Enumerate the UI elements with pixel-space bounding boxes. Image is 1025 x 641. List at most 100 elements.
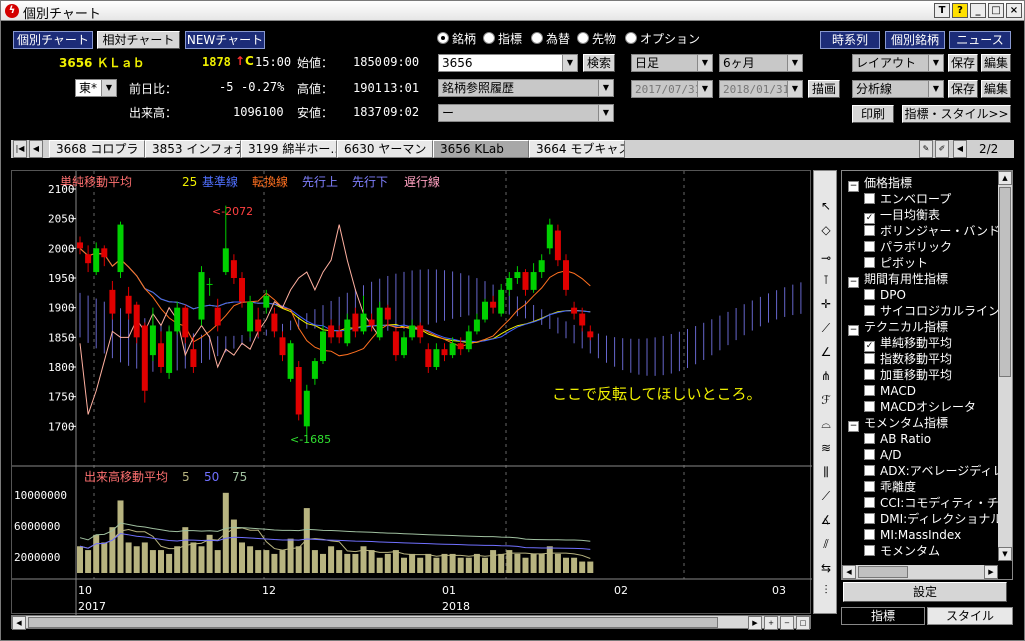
cursor-icon[interactable]: ↖ — [817, 197, 835, 215]
tree-item[interactable]: 加重移動平均 — [864, 367, 952, 383]
scroll-left-icon[interactable]: ◀ — [842, 565, 856, 579]
ray-icon[interactable]: ⟋ — [817, 487, 835, 505]
tree-group[interactable]: − テクニカル指標 — [848, 319, 948, 336]
checkbox[interactable] — [864, 513, 875, 524]
timeseries-button[interactable]: 時系列 — [820, 31, 880, 49]
tree-item[interactable]: DPO — [864, 287, 906, 303]
radio-meigara[interactable] — [437, 32, 449, 44]
radio-option[interactable] — [625, 32, 637, 44]
tab-stock-1[interactable]: 3668 コロプラ — [49, 140, 145, 158]
fibo-icon[interactable]: ℱ — [817, 391, 835, 409]
exchange-select[interactable]: 東* ▼ — [75, 79, 117, 97]
sub-select[interactable]: ー ▼ — [438, 104, 614, 122]
collapse-icon[interactable]: − — [848, 277, 859, 288]
radio-shihyou[interactable] — [483, 32, 495, 44]
chart-scroll-thumb[interactable] — [28, 617, 718, 628]
zoom-in-icon[interactable]: + — [764, 616, 778, 630]
checkbox[interactable] — [864, 193, 875, 204]
tab-new-chart[interactable]: NEWチャート — [185, 31, 265, 49]
split-icon[interactable]: ⇆ — [817, 559, 835, 577]
close-button[interactable]: × — [1006, 3, 1022, 18]
tree-item[interactable]: ピボット — [864, 255, 928, 271]
scroll-left-icon[interactable]: ◀ — [12, 616, 26, 630]
checkbox[interactable] — [864, 289, 875, 300]
checkbox[interactable] — [864, 481, 875, 492]
channel-icon[interactable]: ≋ — [817, 439, 835, 457]
tree-item[interactable]: DMI:ディレクショナル — [864, 511, 998, 527]
checkbox[interactable] — [864, 545, 875, 556]
radio-kawase[interactable] — [531, 32, 543, 44]
tree-group[interactable]: − 期間有用性指標 — [848, 271, 948, 288]
tool-t-button[interactable]: T — [934, 3, 950, 18]
checkbox[interactable] — [864, 449, 875, 460]
eraser-icon[interactable]: ◇ — [817, 221, 835, 239]
indicator-style-button[interactable]: 指標・スタイル>> — [902, 105, 1011, 123]
tab-indicator[interactable]: 指標 — [841, 607, 925, 625]
price-chart[interactable]: 単純移動平均 25 基準線 転換線 先行上 先行下 遅行線 出来高移動平均 5 … — [11, 170, 835, 615]
to-date[interactable]: 2018/01/31 ▼ — [719, 80, 803, 98]
draw-button[interactable]: 描画 — [808, 80, 840, 98]
tab-soutai-chart[interactable]: 相対チャート — [97, 31, 180, 49]
edit-analysis-button[interactable]: 編集 — [981, 80, 1011, 98]
save-layout-button[interactable]: 保存 — [948, 54, 978, 72]
checkbox[interactable] — [864, 433, 875, 444]
print-button[interactable]: 印刷 — [852, 105, 894, 123]
cross-icon[interactable]: ✛ — [817, 295, 835, 313]
back-arrow-icon[interactable]: ◀ — [953, 140, 967, 158]
checkbox[interactable] — [864, 241, 875, 252]
help-button[interactable]: ? — [952, 3, 968, 18]
gann-icon[interactable]: ∡ — [817, 511, 835, 529]
tree-item[interactable]: 指数移動平均 — [864, 351, 952, 367]
tree-item[interactable]: モメンタム — [864, 543, 940, 559]
maximize-button[interactable]: □ — [988, 3, 1004, 18]
chart-hscroll[interactable]: ◀ ▶ + − □ — [11, 615, 811, 630]
checkbox[interactable] — [864, 305, 875, 316]
kobetsu-meigara-button[interactable]: 個別銘柄 — [885, 31, 945, 49]
checkbox[interactable] — [864, 353, 875, 364]
edit-layout-button[interactable]: 編集 — [981, 54, 1011, 72]
tab-stock-2[interactable]: 3853 インフォテリ — [145, 140, 241, 158]
tab-stock-4[interactable]: 6630 ヤーマン — [337, 140, 433, 158]
tree-item[interactable]: A/D — [864, 447, 902, 463]
from-date[interactable]: 2017/07/31 ▼ — [631, 80, 713, 98]
layout-select[interactable]: レイアウト ▼ — [852, 54, 944, 72]
tree-item[interactable]: ボリンジャー・バンド — [864, 223, 998, 239]
history-select[interactable]: 銘柄参照履歴 ▼ — [438, 79, 614, 97]
tree-group[interactable]: − 価格指標 — [848, 175, 912, 192]
pen-tab-icon[interactable]: ✐ — [935, 140, 949, 158]
hline-icon[interactable]: ⊸ — [817, 249, 835, 267]
collapse-icon[interactable]: − — [848, 181, 859, 192]
tree-item[interactable]: MACD — [864, 383, 916, 399]
checkbox[interactable] — [864, 385, 875, 396]
first-tab-icon[interactable]: |◀ — [13, 140, 27, 158]
tree-item[interactable]: MI:MassIndex — [864, 527, 961, 543]
search-button[interactable]: 検索 — [583, 54, 615, 72]
hscroll-thumb[interactable] — [858, 566, 908, 578]
scroll-right-icon[interactable]: ▶ — [984, 565, 998, 579]
parallel-icon[interactable]: ⫽ — [817, 535, 835, 553]
tree-item[interactable]: エンベロープ — [864, 191, 951, 207]
tab-style[interactable]: スタイル — [927, 607, 1013, 625]
tree-hscroll[interactable]: ◀ ▶ — [842, 565, 998, 579]
minimize-button[interactable]: _ — [970, 3, 986, 18]
tree-item[interactable]: パラボリック — [864, 239, 952, 255]
fibo-time-icon[interactable]: ⫼ — [817, 463, 835, 481]
fit-icon[interactable]: □ — [796, 616, 810, 630]
tab-stock-6[interactable]: 3664 モブキャス — [529, 140, 625, 158]
news-button[interactable]: ニュース — [949, 31, 1011, 49]
settings-button[interactable]: 設定 — [843, 582, 1007, 602]
tab-stock-5[interactable]: 3656 KLab — [433, 140, 529, 158]
checkbox[interactable] — [864, 225, 875, 236]
save-analysis-button[interactable]: 保存 — [948, 80, 978, 98]
analysis-select[interactable]: 分析線 ▼ — [852, 80, 944, 98]
checkbox[interactable] — [864, 369, 875, 380]
tab-kobetsu-chart[interactable]: 個別チャート — [13, 31, 93, 49]
checkbox[interactable] — [864, 465, 875, 476]
trendline-icon[interactable]: ⟋ — [817, 319, 835, 337]
tab-stock-3[interactable]: 3199 綿半ホー… — [241, 140, 337, 158]
arc-icon[interactable]: ⌓ — [817, 415, 835, 433]
checkbox[interactable] — [864, 497, 875, 508]
checkbox[interactable] — [864, 257, 875, 268]
tree-item[interactable]: 乖離度 — [864, 479, 916, 495]
tree-item[interactable]: AB Ratio — [864, 431, 931, 447]
